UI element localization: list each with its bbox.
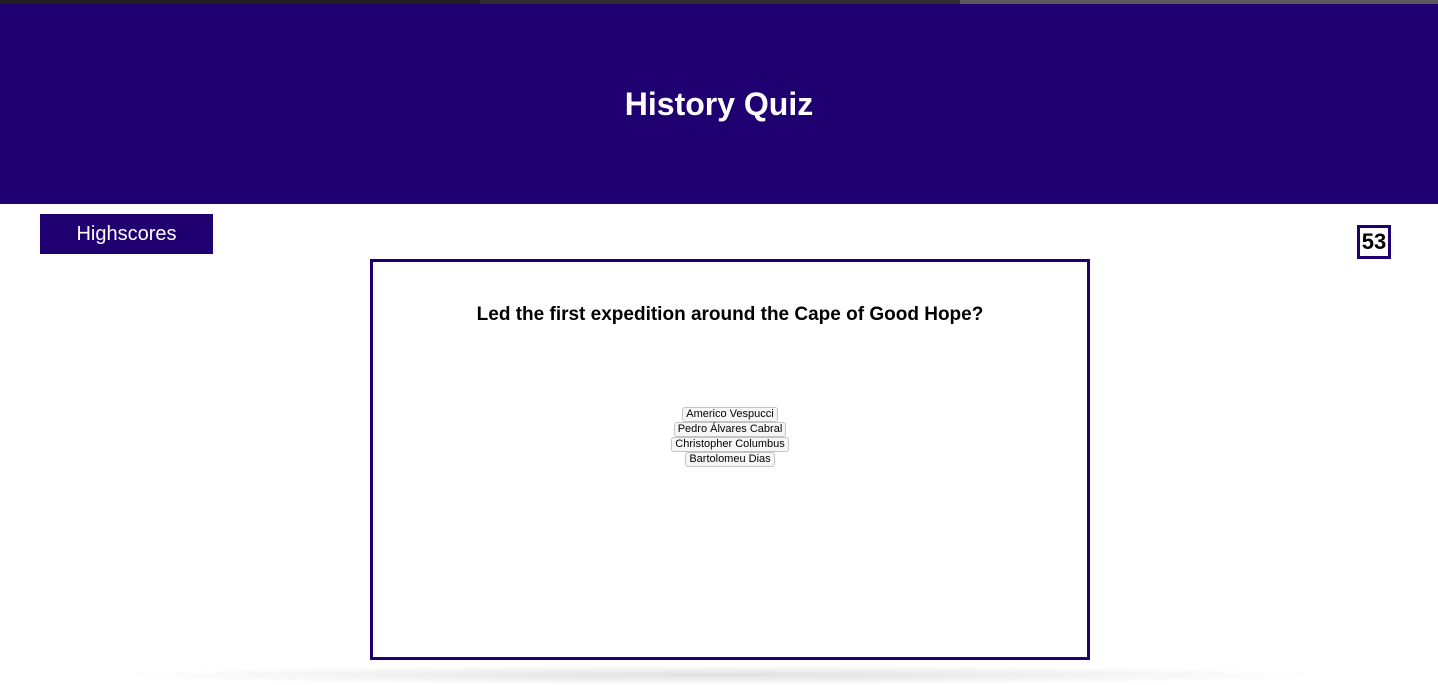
answer-button[interactable]: Americo Vespucci bbox=[682, 407, 778, 422]
countdown-timer: 53 bbox=[1357, 225, 1391, 259]
answer-button[interactable]: Christopher Columbus bbox=[671, 437, 789, 452]
page-title: History Quiz bbox=[624, 85, 814, 122]
answer-button[interactable]: Bartolomeu Dias bbox=[685, 452, 775, 467]
highscores-button[interactable]: Highscores bbox=[40, 214, 213, 254]
footer-shadow bbox=[100, 665, 1338, 685]
question-text: Led the first expedition around the Cape… bbox=[476, 304, 984, 325]
page-header: History Quiz bbox=[0, 4, 1438, 204]
quiz-card: Led the first expedition around the Cape… bbox=[370, 259, 1090, 660]
answer-list: Americo Vespucci Pedro Álvares Cabral Ch… bbox=[373, 407, 1087, 467]
answer-button[interactable]: Pedro Álvares Cabral bbox=[673, 422, 787, 437]
